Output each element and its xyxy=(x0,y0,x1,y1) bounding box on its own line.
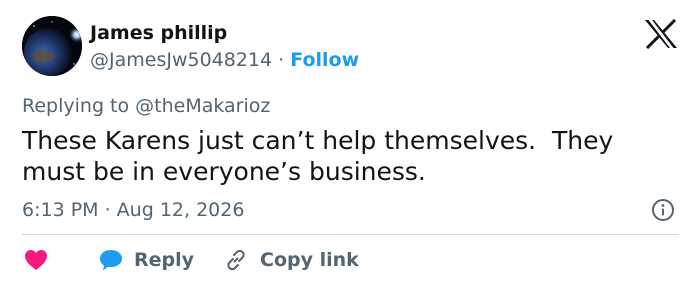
meta-separator: · xyxy=(278,49,285,71)
heart-icon xyxy=(25,250,47,270)
divider xyxy=(22,234,679,235)
avatar-image xyxy=(22,16,82,76)
avatar[interactable] xyxy=(22,16,82,76)
reply-label: Reply xyxy=(134,249,195,271)
author-handle[interactable]: @JamesJw5048214 xyxy=(90,49,272,71)
tweet-text: These Karens just can’t help themselves.… xyxy=(22,126,622,186)
follow-button[interactable]: Follow xyxy=(290,49,359,71)
info-icon[interactable] xyxy=(651,198,675,222)
tweet-timestamp[interactable]: 6:13 PM · Aug 12, 2026 xyxy=(22,198,244,222)
author-meta: @JamesJw5048214 · Follow xyxy=(90,48,359,72)
x-logo-icon[interactable] xyxy=(644,18,678,50)
link-icon xyxy=(227,249,245,271)
reply-button[interactable]: Reply xyxy=(98,248,194,272)
like-button[interactable] xyxy=(24,249,48,271)
replying-to[interactable]: Replying to @theMakarioz xyxy=(22,94,270,118)
author-name[interactable]: James phillip xyxy=(90,21,227,45)
copy-link-label: Copy link xyxy=(260,249,359,271)
action-bar: Reply Copy link xyxy=(22,246,359,274)
copy-link-button[interactable]: Copy link xyxy=(194,248,359,272)
speech-bubble-icon xyxy=(100,250,122,271)
